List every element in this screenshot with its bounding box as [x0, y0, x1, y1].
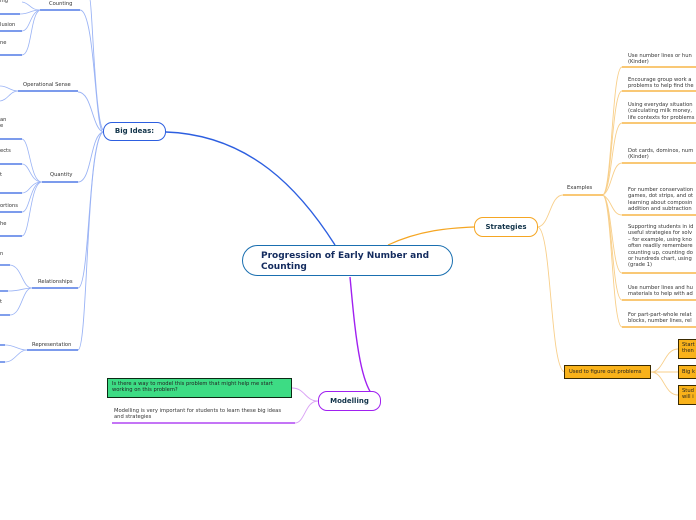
leaf-quantity-6[interactable]: he: [0, 221, 6, 227]
branch-relationships[interactable]: Relationships: [38, 279, 73, 285]
example-item[interactable]: For number conservation games, dot strips…: [628, 187, 696, 213]
modelling-node[interactable]: Modelling: [318, 391, 381, 411]
leaf-quantity-3[interactable]: t: [0, 172, 2, 178]
branch-operational-sense[interactable]: Operational Sense: [23, 82, 71, 88]
used-to-item-start[interactable]: Start then: [678, 339, 696, 359]
modelling-question-text: Is there a way to model this problem tha…: [112, 381, 273, 394]
big-ideas-node[interactable]: Big Ideas:: [103, 122, 166, 141]
modelling-question-box[interactable]: Is there a way to model this problem tha…: [107, 378, 292, 398]
leaf-quantity-2[interactable]: ects: [0, 148, 11, 154]
leaf-counting-1[interactable]: ing: [0, 0, 8, 4]
example-item[interactable]: Use number lines and hu materials to help…: [628, 285, 696, 298]
leaf-relationships-3[interactable]: t: [0, 299, 2, 305]
used-to-item-students[interactable]: Stud will i: [678, 385, 696, 405]
example-item[interactable]: For part-part-whole relat blocks, number …: [628, 312, 696, 325]
example-item[interactable]: Supporting students in id useful strategi…: [628, 224, 696, 269]
central-topic[interactable]: Progression of Early Number and Counting: [242, 245, 453, 276]
branch-counting[interactable]: Counting: [49, 1, 72, 7]
modelling-note-text: Modelling is very important for students…: [114, 408, 282, 421]
used-to-figure-out-problems-node[interactable]: Used to figure out problems: [564, 365, 651, 379]
branch-quantity[interactable]: Quantity: [50, 172, 72, 178]
connector-central-strategies: [387, 226, 475, 246]
used-to-item-big[interactable]: Big k: [678, 365, 696, 379]
leaf-counting-2[interactable]: lusion: [0, 22, 15, 28]
modelling-label: Modelling: [330, 397, 369, 405]
leaf-quantity-1[interactable]: an e: [0, 117, 6, 130]
connector-central-bigideas: [165, 131, 336, 246]
branch-representation[interactable]: Representation: [32, 342, 71, 348]
used-to-label: Used to figure out problems: [569, 369, 642, 375]
leaf-relationships-1[interactable]: n: [0, 251, 3, 257]
connector-central-modelling: [349, 276, 381, 402]
strategies-label: Strategies: [485, 223, 527, 231]
strategies-node[interactable]: Strategies: [474, 217, 538, 237]
central-topic-title: Progression of Early Number and Counting: [261, 251, 430, 272]
example-item[interactable]: Dot cards, dominos, num (Kinder): [628, 148, 696, 161]
example-item[interactable]: Encourage group work a problems to help f…: [628, 77, 696, 90]
leaf-quantity-5[interactable]: ortions: [0, 203, 18, 209]
big-ideas-label: Big Ideas:: [114, 127, 155, 135]
branch-examples[interactable]: Examples: [567, 185, 592, 191]
example-item[interactable]: Using everyday situation (calculating mil…: [628, 102, 696, 121]
example-item[interactable]: Use number lines or hun (Kinder): [628, 53, 696, 66]
modelling-note[interactable]: Modelling is very important for students…: [114, 408, 289, 421]
leaf-counting-3[interactable]: ne: [0, 40, 6, 46]
